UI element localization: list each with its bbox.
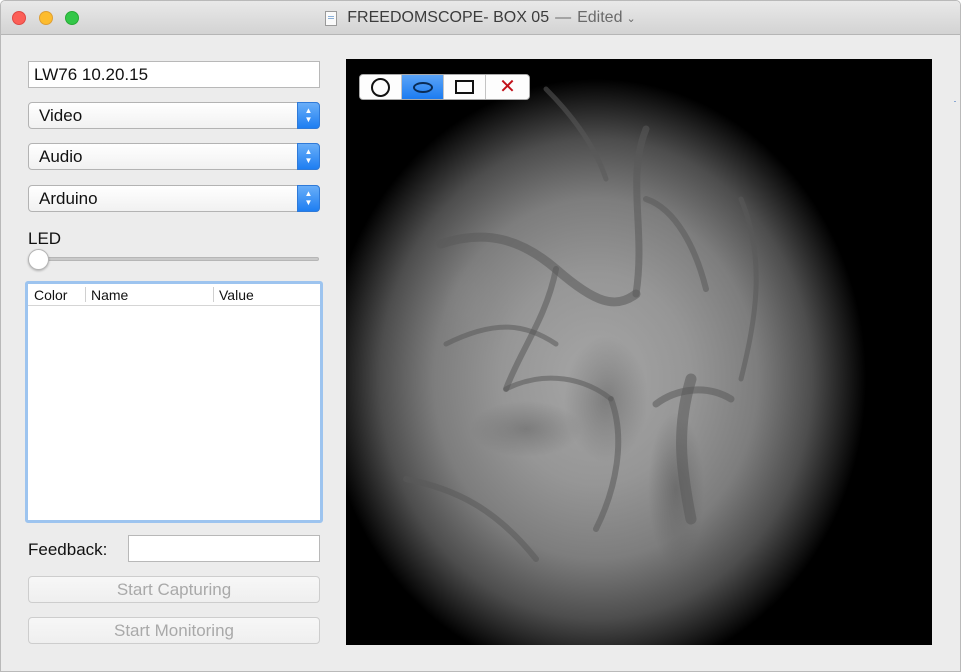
delete-roi-button[interactable]: ✕ [486, 75, 529, 99]
feedback-label: Feedback: [28, 540, 108, 559]
app-window: FREEDOMSCOPE- BOX 05 — Edited ⌄ LW76 10.… [0, 0, 961, 672]
microscope-view[interactable] [346, 59, 932, 645]
led-slider-track[interactable] [31, 257, 319, 261]
chevron-down-icon[interactable]: ⌄ [626, 12, 635, 25]
column-header-color[interactable]: Color [34, 287, 67, 303]
column-header-name[interactable]: Name [91, 287, 128, 303]
edited-status[interactable]: Edited [577, 9, 622, 27]
column-divider [213, 287, 214, 302]
start-monitoring-button[interactable]: Start Monitoring [28, 617, 320, 644]
window-title-group: FREEDOMSCOPE- BOX 05 — Edited ⌄ [1, 1, 960, 35]
feedback-input[interactable] [128, 535, 320, 562]
arduino-select[interactable]: Arduino ▲ ▼ [28, 185, 320, 212]
table-header: Color Name Value [28, 284, 320, 306]
title-separator: — [555, 9, 572, 26]
ellipse-icon [412, 81, 433, 93]
video-source-select[interactable]: Video ▲ ▼ [28, 102, 320, 129]
circle-icon [371, 77, 390, 97]
title-bar[interactable]: FREEDOMSCOPE- BOX 05 — Edited ⌄ [1, 1, 960, 35]
audio-source-select[interactable]: Audio ▲ ▼ [28, 143, 320, 170]
circle-tool-button[interactable] [360, 75, 402, 99]
led-slider-knob[interactable] [28, 249, 49, 270]
close-icon: ✕ [499, 76, 516, 98]
rectangle-tool-button[interactable] [444, 75, 486, 99]
column-header-value[interactable]: Value [219, 287, 254, 303]
arduino-select-label: Arduino [39, 189, 98, 208]
start-capturing-button[interactable]: Start Capturing [28, 576, 320, 603]
rectangle-icon [455, 80, 474, 94]
select-stepper-icon: ▲ ▼ [297, 143, 320, 170]
led-label: LED [28, 229, 62, 248]
column-divider [85, 287, 86, 302]
roi-toolbar: ✕ [359, 74, 530, 100]
session-name-field[interactable]: LW76 10.20.15 [28, 61, 320, 88]
document-icon [325, 10, 338, 26]
roi-table[interactable]: Color Name Value [25, 281, 323, 523]
window-title: FREEDOMSCOPE- BOX 05 [347, 9, 550, 26]
video-select-label: Video [39, 106, 83, 125]
ellipse-tool-button[interactable] [402, 75, 444, 99]
select-stepper-icon: ▲ ▼ [297, 185, 320, 212]
select-stepper-icon: ▲ ▼ [297, 102, 320, 129]
audio-select-label: Audio [39, 147, 83, 166]
window-edge-mark [954, 101, 956, 102]
blood-vessel-pattern [403, 86, 759, 562]
